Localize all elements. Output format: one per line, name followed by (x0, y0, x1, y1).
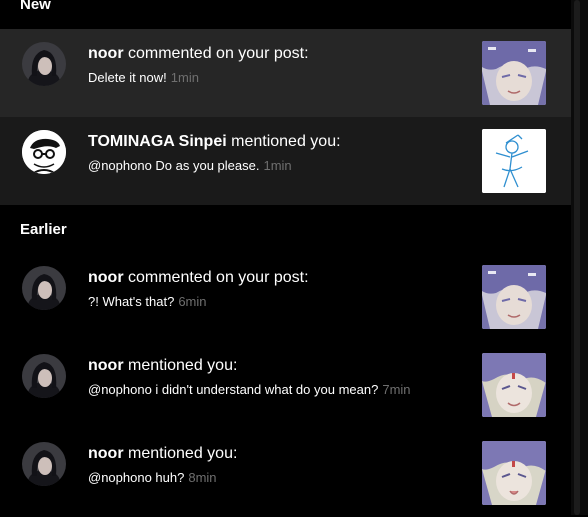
notification-action: commented on your post: (128, 269, 309, 286)
anime-drawing-thumbnail[interactable] (482, 353, 546, 417)
section-earlier-title: Earlier (20, 221, 67, 238)
anime-drawing-thumbnail[interactable] (482, 265, 546, 329)
notification-message: @nophono i didn't understand what do you… (88, 382, 379, 397)
notification-title: noor commented on your post: (88, 269, 309, 287)
notification-username[interactable]: TOMINAGA Sinpei (88, 133, 227, 150)
notification-message-row: @nophono i didn't understand what do you… (88, 382, 411, 397)
notification-message-row: @nophono huh? 8min (88, 470, 217, 485)
notification-item[interactable]: noor mentioned you: @nophono huh? 8min (0, 429, 571, 517)
notification-item[interactable]: noor mentioned you: @nophono i didn't un… (0, 341, 571, 429)
notification-title: noor mentioned you: (88, 357, 237, 375)
notification-time: 1min (263, 158, 292, 173)
notification-message-row: @nophono Do as you please. 1min (88, 158, 292, 173)
blue-sketch-thumbnail[interactable] (482, 129, 546, 193)
notification-time: 6min (178, 294, 207, 309)
notification-action: mentioned you: (231, 133, 341, 150)
notification-username[interactable]: noor (88, 45, 124, 62)
notification-message-row: ?! What's that? 6min (88, 294, 207, 309)
anime-drawing-thumbnail[interactable] (482, 41, 546, 105)
notification-username[interactable]: noor (88, 445, 124, 462)
dark-haired-girl-avatar[interactable] (22, 266, 66, 310)
notification-action: commented on your post: (128, 45, 309, 62)
notification-title: noor commented on your post: (88, 45, 309, 63)
anime-drawing-thumbnail[interactable] (482, 441, 546, 505)
notification-message: @nophono Do as you please. (88, 158, 260, 173)
dark-haired-girl-avatar[interactable] (22, 42, 66, 86)
notification-action: mentioned you: (128, 357, 238, 374)
notification-time: 1min (170, 70, 199, 85)
notification-title: noor mentioned you: (88, 445, 237, 463)
notification-item[interactable]: noor commented on your post: Delete it n… (0, 29, 571, 117)
notification-action: mentioned you: (128, 445, 238, 462)
glasses-sketch-avatar[interactable] (22, 130, 66, 174)
dark-haired-girl-avatar[interactable] (22, 442, 66, 486)
notification-username[interactable]: noor (88, 269, 124, 286)
notification-message: ?! What's that? (88, 294, 175, 309)
notification-message: Delete it now! (88, 70, 167, 85)
notification-time: 7min (382, 382, 411, 397)
notification-title: TOMINAGA Sinpei mentioned you: (88, 133, 341, 151)
notification-username[interactable]: noor (88, 357, 124, 374)
section-new-title: New (20, 0, 51, 13)
notifications-panel: New noor commented on your post: Delete … (0, 0, 571, 515)
notification-message-row: Delete it now! 1min (88, 70, 199, 85)
notification-item[interactable]: TOMINAGA Sinpei mentioned you: @nophono … (0, 117, 571, 205)
notification-time: 8min (188, 470, 217, 485)
dark-haired-girl-avatar[interactable] (22, 354, 66, 398)
scrollbar-thumb[interactable] (574, 0, 580, 515)
notification-item[interactable]: noor commented on your post: ?! What's t… (0, 253, 571, 341)
notification-message: @nophono huh? (88, 470, 185, 485)
